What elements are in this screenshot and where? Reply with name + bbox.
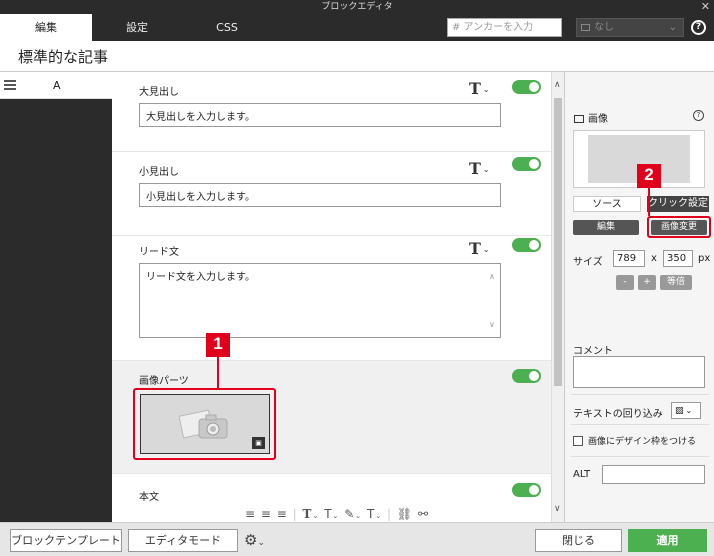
unlink-icon[interactable]: ⚯ — [418, 507, 429, 521]
align-center-icon[interactable]: ≡ — [261, 507, 272, 521]
lead-textarea-text: リード文を入力します。 — [146, 272, 255, 283]
tab-bar: 編集 設定 CSS # アンカーを入力 なし ⌄ ? — [0, 14, 714, 41]
block-label: 画像パーツ — [139, 376, 189, 387]
block-toggle[interactable] — [512, 80, 541, 94]
alt-input[interactable] — [602, 465, 705, 484]
wrap-label: テキストの回り込み — [573, 409, 663, 420]
chevron-down-icon: ∨ — [489, 320, 495, 329]
size-label: サイズ — [573, 257, 603, 268]
block-list-header: A — [0, 72, 112, 99]
height-input[interactable]: 350 — [663, 250, 693, 267]
block-lead[interactable]: リード文 T ⌄ リード文を入力します。 ∧ ∨ — [112, 236, 551, 361]
help-icon[interactable]: ? — [693, 110, 704, 121]
block-toggle[interactable] — [512, 369, 541, 383]
size-minus-button[interactable]: - — [616, 275, 634, 290]
textarea-scrollbar[interactable]: ∧ ∨ — [489, 264, 497, 337]
panel-title-text: 画像 — [588, 114, 608, 125]
close-icon[interactable]: ✕ — [701, 0, 710, 14]
tab-source[interactable]: ソース — [573, 196, 641, 212]
tab-click-settings[interactable]: クリック設定 — [647, 196, 709, 212]
callout-2-badge: 2 — [637, 164, 661, 188]
block-toggle[interactable] — [512, 483, 541, 497]
image-icon — [581, 23, 590, 31]
edit-image-button[interactable]: 編集 — [573, 220, 639, 235]
size-unit-label: px — [698, 253, 711, 264]
wrap-select[interactable]: ▨ ⌄ — [671, 402, 701, 419]
help-icon[interactable]: ? — [691, 20, 706, 35]
frame-checkbox[interactable] — [573, 436, 583, 446]
align-right-icon[interactable]: ≡ — [277, 507, 288, 521]
callout-1-badge: 1 — [206, 333, 230, 357]
size-plus-button[interactable]: + — [638, 275, 656, 290]
divider — [571, 424, 709, 425]
actual-size-button[interactable]: 等倍 — [660, 275, 692, 290]
tab-edit[interactable]: 編集 — [0, 14, 92, 41]
menu-icon[interactable] — [4, 80, 16, 90]
panel-title: 画像 — [574, 110, 608, 125]
body-toolbar: ≡ ≡ ≡ | T⌄ ꓔ⌄ ✎⌄ ꓔ⌄ | ⛓ ⚯ — [245, 507, 430, 521]
page-title: 標準的な記事 — [18, 48, 109, 66]
block-label: 大見出し — [139, 87, 179, 98]
text-style-icon[interactable]: T ⌄ — [469, 159, 490, 178]
block-list-panel: A — [0, 72, 112, 522]
editor-scrollbar[interactable]: ∧ ∨ — [551, 72, 564, 522]
text-style-icon[interactable]: T ⌄ — [469, 79, 490, 98]
block-heading-large[interactable]: 大見出し T ⌄ 大見出しを入力します。 — [112, 72, 551, 152]
tab-settings[interactable]: 設定 — [92, 14, 182, 41]
editor-mode-button[interactable]: エディタモード — [128, 529, 238, 552]
footer-bar: ブロックテンプレート エディタモード ⚙⌄ 閉じる 適用 — [0, 522, 714, 556]
text-size-icon[interactable]: ꓔ — [324, 507, 332, 521]
size-x-label: x — [651, 253, 657, 264]
text-style-icon[interactable]: T ⌄ — [469, 239, 490, 258]
align-left-icon[interactable]: ≡ — [245, 507, 256, 521]
block-heading-small[interactable]: 小見出し T ⌄ 小見出しを入力します。 — [112, 152, 551, 236]
gear-icon[interactable]: ⚙⌄ — [244, 531, 265, 549]
anchor-input[interactable]: # アンカーを入力 — [447, 18, 562, 37]
text-style-icon[interactable]: T — [303, 507, 313, 521]
style-select-value: なし — [594, 22, 614, 33]
callout-1-line — [217, 355, 219, 389]
title-bar: ブロックエディタ ✕ — [0, 0, 714, 14]
link-icon[interactable]: ⛓ — [397, 507, 413, 521]
divider — [571, 456, 709, 457]
chevron-down-icon[interactable]: ∨ — [554, 504, 561, 514]
page-title-row: 標準的な記事 — [0, 41, 714, 72]
style-select[interactable]: なし ⌄ — [576, 18, 684, 37]
comment-input[interactable] — [573, 356, 705, 388]
apply-button[interactable]: 適用 — [628, 529, 707, 552]
block-label: 小見出し — [139, 167, 179, 178]
image-icon — [574, 115, 584, 123]
tab-css[interactable]: CSS — [182, 14, 272, 41]
callout-2-frame — [647, 216, 711, 238]
chevron-up-icon[interactable]: ∧ — [554, 80, 561, 90]
properties-panel: 画像 ? ソース クリック設定 編集 画像変更 2 サイズ 789 x 350 … — [564, 72, 714, 522]
alt-label: ALT — [573, 469, 591, 480]
block-editor-area: 大見出し T ⌄ 大見出しを入力します。 小見出し T ⌄ 小見出しを入力します。 … — [112, 72, 551, 522]
block-toggle[interactable] — [512, 157, 541, 171]
lead-textarea[interactable]: リード文を入力します。 ∧ ∨ — [139, 263, 501, 338]
window-title: ブロックエディタ — [321, 2, 393, 12]
divider — [571, 394, 709, 395]
frame-label: 画像にデザイン枠をつける — [588, 437, 697, 447]
chevron-up-icon: ∧ — [489, 272, 495, 281]
callout-1-frame — [133, 388, 276, 460]
block-list-letter: A — [53, 79, 61, 92]
block-label: リード文 — [139, 247, 179, 258]
heading-large-input[interactable]: 大見出しを入力します。 — [139, 103, 501, 127]
heading-small-input[interactable]: 小見出しを入力します。 — [139, 183, 501, 207]
wrap-icon: ▨ — [675, 406, 684, 416]
scrollbar-thumb[interactable] — [554, 98, 562, 386]
width-input[interactable]: 789 — [613, 250, 645, 267]
block-label: 本文 — [139, 492, 159, 503]
block-template-button[interactable]: ブロックテンプレート — [10, 529, 122, 552]
chevron-down-icon: ⌄ — [668, 22, 677, 33]
color-picker-icon[interactable]: ✎ — [344, 507, 355, 521]
comment-label: コメント — [573, 346, 613, 357]
block-toggle[interactable] — [512, 238, 541, 252]
close-button[interactable]: 閉じる — [535, 529, 622, 552]
